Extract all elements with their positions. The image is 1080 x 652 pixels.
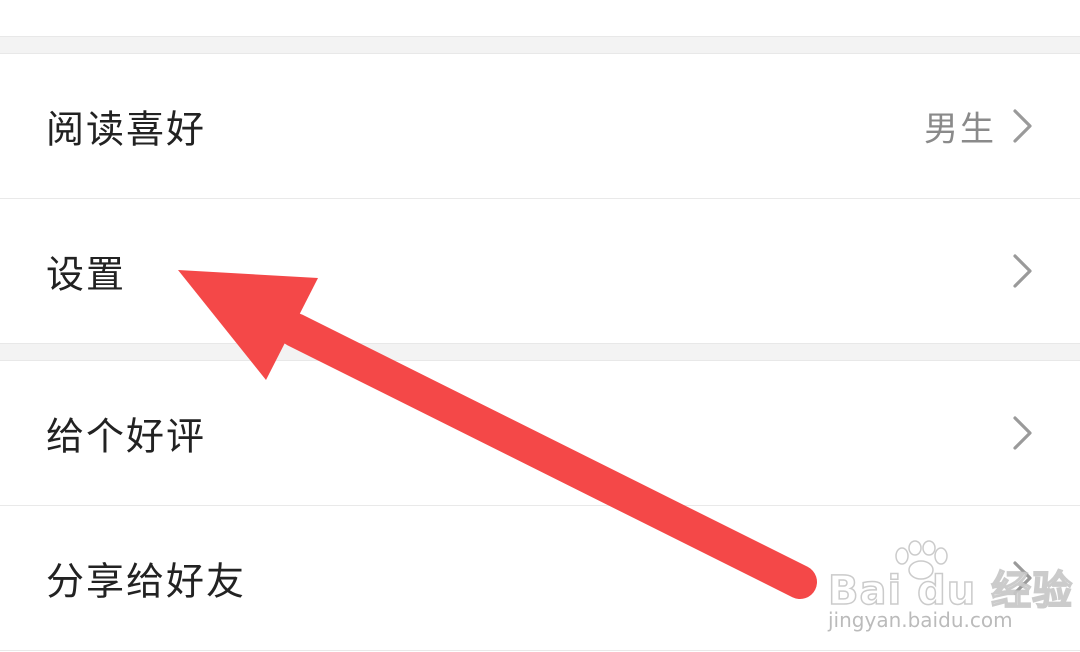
menu-item-label: 分享给好友	[46, 559, 247, 604]
menu-item-label: 给个好评	[46, 414, 207, 459]
chevron-right-icon	[1013, 416, 1032, 450]
menu-item-value: 男生	[924, 109, 996, 150]
chevron-right-icon	[1013, 254, 1032, 288]
section-separator	[0, 343, 1080, 361]
menu-item-share-friends[interactable]: 分享给好友	[0, 506, 1080, 650]
chevron-right-icon	[1013, 561, 1032, 595]
row-divider	[0, 650, 1080, 651]
settings-page: 阅读喜好 男生 设置 给个好评 分享给好友 Bai du 经验 jingyan.…	[0, 0, 1080, 652]
top-area	[0, 0, 1080, 36]
menu-item-give-rating[interactable]: 给个好评	[0, 361, 1080, 505]
menu-item-label: 设置	[46, 252, 127, 297]
menu-item-label: 阅读喜好	[46, 107, 207, 152]
menu-item-settings[interactable]: 设置	[0, 199, 1080, 343]
chevron-right-icon	[1013, 109, 1032, 143]
section-separator	[0, 36, 1080, 54]
menu-item-reading-preference[interactable]: 阅读喜好 男生	[0, 54, 1080, 198]
